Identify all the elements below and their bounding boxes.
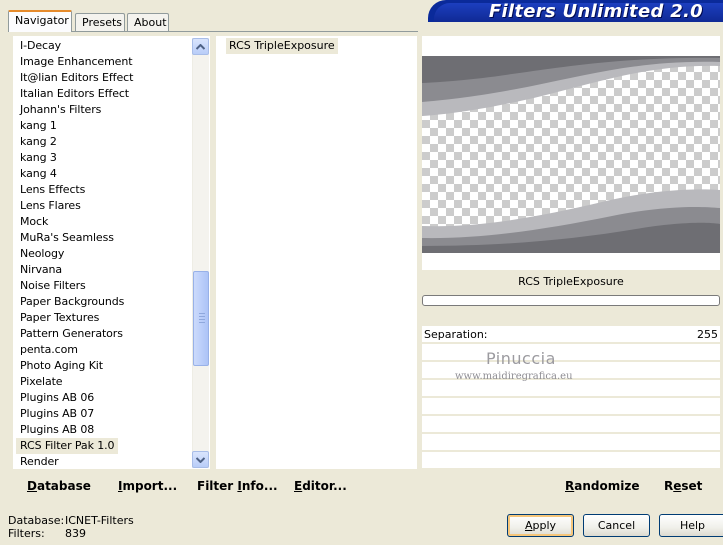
category-item[interactable]: Noise Filters — [20, 278, 86, 294]
apply-button[interactable]: Apply — [507, 514, 574, 537]
watermark-name: Pinuccia — [486, 349, 556, 368]
param-row-empty — [422, 344, 720, 361]
category-item[interactable]: Pattern Generators — [20, 326, 123, 342]
category-item[interactable]: Johann's Filters — [20, 102, 101, 118]
database-value: ICNET-Filters — [65, 514, 134, 527]
param-row-empty — [422, 398, 720, 415]
category-item[interactable]: MuRa's Seamless — [20, 230, 114, 246]
category-item[interactable]: Neology — [20, 246, 64, 262]
reset-button[interactable]: Reset — [664, 479, 702, 493]
tab-presets[interactable]: Presets — [75, 13, 125, 31]
param-row-empty — [422, 416, 720, 433]
param-value-separation: 255 — [697, 328, 718, 341]
category-item[interactable]: Paper Backgrounds — [20, 294, 124, 310]
category-item[interactable]: Italian Editors Effect — [20, 86, 129, 102]
category-item[interactable]: Lens Flares — [20, 198, 81, 214]
editor-button[interactable]: Editor... — [294, 479, 347, 493]
filter-info-button[interactable]: Filter Info... — [197, 479, 278, 493]
param-row-empty — [422, 380, 720, 397]
banner-title: Filters Unlimited 2.0 — [488, 1, 703, 22]
category-item[interactable]: Photo Aging Kit — [20, 358, 103, 374]
database-label: Database: — [8, 514, 65, 527]
chevron-up-icon — [196, 43, 205, 50]
category-item[interactable]: Nirvana — [20, 262, 62, 278]
category-item[interactable]: It@lian Editors Effect — [20, 70, 133, 86]
filter-list[interactable] — [216, 36, 417, 469]
category-item[interactable]: Lens Effects — [20, 182, 85, 198]
category-item[interactable]: Plugins AB 07 — [20, 406, 94, 422]
category-item[interactable]: Render — [20, 454, 59, 470]
category-scrollbar[interactable] — [192, 38, 209, 468]
scroll-down-button[interactable] — [192, 451, 209, 468]
category-item[interactable]: kang 4 — [20, 166, 57, 182]
title-banner: Filters Unlimited 2.0 — [428, 0, 723, 22]
category-item[interactable]: I-Decay — [20, 38, 61, 54]
filters-value: 839 — [65, 527, 86, 540]
tab-about-label: About — [134, 16, 167, 29]
preview-image — [422, 56, 720, 253]
cancel-button[interactable]: Cancel — [583, 514, 650, 537]
progress-bar — [422, 295, 720, 306]
tab-about[interactable]: About — [127, 13, 169, 31]
filters-label: Filters: — [8, 527, 45, 540]
param-row-empty — [422, 434, 720, 451]
category-item[interactable]: RCS Filter Pak 1.0 — [16, 438, 119, 454]
tab-navigator[interactable]: Navigator — [8, 10, 72, 32]
category-item[interactable]: Pixelate — [20, 374, 63, 390]
watermark-site: www.maidiregrafica.eu — [455, 371, 573, 382]
database-button[interactable]: Database — [27, 479, 91, 493]
category-item[interactable]: Mock — [20, 214, 48, 230]
category-item[interactable]: Image Enhancement — [20, 54, 133, 70]
filter-name-label: RCS TripleExposure — [518, 275, 624, 288]
scroll-up-button[interactable] — [192, 38, 209, 55]
category-item[interactable]: Plugins AB 08 — [20, 422, 94, 438]
param-row-empty — [422, 452, 720, 469]
randomize-button[interactable]: Randomize — [565, 479, 639, 493]
chevron-down-icon — [196, 456, 205, 463]
filter-item-rcs-tripleexposure[interactable]: RCS TripleExposure — [226, 38, 338, 54]
category-item[interactable]: kang 2 — [20, 134, 57, 150]
category-item[interactable]: kang 3 — [20, 150, 57, 166]
category-item[interactable]: Paper Textures — [20, 310, 99, 326]
category-item[interactable]: penta.com — [20, 342, 78, 358]
scroll-thumb[interactable] — [193, 271, 209, 366]
tab-presets-label: Presets — [82, 16, 123, 29]
category-item[interactable]: kang 1 — [20, 118, 57, 134]
tab-navigator-label: Navigator — [15, 14, 69, 27]
import-button[interactable]: Import... — [118, 479, 177, 493]
category-item[interactable]: Plugins AB 06 — [20, 390, 94, 406]
help-button[interactable]: Help — [659, 514, 723, 537]
param-label-separation: Separation: — [424, 328, 488, 341]
